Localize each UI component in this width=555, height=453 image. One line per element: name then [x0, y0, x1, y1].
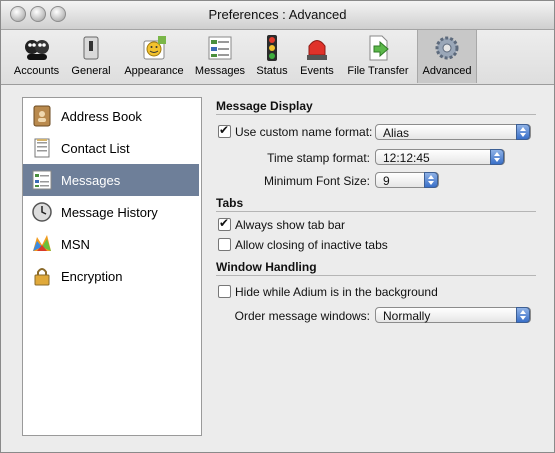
- popup-arrow-icon: [424, 172, 438, 188]
- messages-icon: [32, 170, 52, 190]
- msn-icon: [33, 235, 51, 251]
- toolbar-general[interactable]: General: [67, 30, 115, 83]
- popup-value: 9: [383, 174, 390, 188]
- toolbar-label: Messages: [194, 65, 246, 77]
- popup-arrow-icon: [516, 124, 530, 140]
- sidebar-item-label: Address Book: [61, 109, 142, 124]
- title-bar: Preferences : Advanced: [1, 1, 554, 30]
- section-divider: [216, 114, 536, 115]
- file-transfer-icon: [369, 35, 389, 61]
- contact-list-icon: [34, 138, 50, 158]
- custom-name-checkbox[interactable]: [218, 123, 231, 138]
- sidebar-item-message-history[interactable]: Message History: [23, 196, 199, 228]
- popup-arrow-icon: [516, 307, 530, 323]
- accounts-icon: [24, 40, 49, 60]
- advanced-icon: [435, 36, 459, 60]
- toolbar-label: Events: [300, 65, 334, 77]
- status-icon: [267, 35, 277, 61]
- sidebar-item-label: Encryption: [61, 269, 123, 284]
- popup-value: Normally: [383, 309, 431, 323]
- hide-in-background-checkbox[interactable]: [218, 285, 231, 298]
- toolbar-label: Appearance: [124, 65, 184, 77]
- sidebar-item-label: Messages: [61, 173, 121, 188]
- appearance-icon: [143, 36, 166, 60]
- content-area: Address Book Contact List Messages Messa…: [1, 85, 554, 452]
- address-book-icon: [33, 105, 51, 127]
- section-heading-message-display: Message Display: [216, 99, 313, 113]
- toolbar-status[interactable]: Status: [253, 30, 291, 83]
- toolbar-label: Status: [256, 65, 288, 77]
- timestamp-format-popup[interactable]: 12:12:45: [375, 149, 505, 165]
- custom-name-label: Use custom name format:: [235, 125, 373, 139]
- toolbar-label: File Transfer: [347, 65, 409, 77]
- section-divider: [216, 275, 536, 276]
- toolbar-advanced[interactable]: Advanced: [417, 30, 477, 83]
- toolbar-appearance[interactable]: Appearance: [119, 30, 189, 83]
- sidebar-item-encryption[interactable]: Encryption: [23, 260, 199, 292]
- always-show-tab-bar-checkbox[interactable]: [218, 216, 231, 231]
- toolbar: Accounts General Appearance Messages Sta…: [1, 30, 554, 85]
- allow-closing-tabs-label: Allow closing of inactive tabs: [235, 238, 388, 252]
- sidebar-item-msn[interactable]: MSN: [23, 228, 199, 260]
- toolbar-accounts[interactable]: Accounts: [9, 30, 64, 83]
- toolbar-label: Advanced: [422, 65, 472, 77]
- preferences-window: Preferences : Advanced Accounts General: [0, 0, 555, 453]
- clock-icon: [32, 202, 52, 222]
- min-font-label: Minimum Font Size:: [263, 174, 370, 188]
- window-title: Preferences : Advanced: [208, 7, 347, 22]
- messages-icon: [208, 36, 232, 60]
- section-heading-window-handling: Window Handling: [216, 260, 317, 274]
- always-show-tab-bar-label: Always show tab bar: [235, 218, 346, 232]
- timestamp-label: Time stamp format:: [267, 151, 370, 165]
- sidebar-item-address-book[interactable]: Address Book: [23, 100, 199, 132]
- sidebar-item-messages[interactable]: Messages: [23, 164, 199, 196]
- section-divider: [216, 211, 536, 212]
- order-windows-label: Order message windows:: [234, 309, 370, 323]
- popup-value: 12:12:45: [383, 151, 430, 165]
- toolbar-label: General: [71, 65, 111, 77]
- sidebar-item-label: Message History: [61, 205, 158, 220]
- toolbar-file-transfer[interactable]: File Transfer: [342, 30, 414, 83]
- sidebar-item-label: MSN: [61, 237, 90, 252]
- toolbar-label: Accounts: [13, 65, 60, 77]
- sidebar: Address Book Contact List Messages Messa…: [22, 97, 202, 436]
- min-font-size-popup[interactable]: 9: [375, 172, 439, 188]
- toolbar-events[interactable]: Events: [297, 30, 337, 83]
- popup-arrow-icon: [490, 149, 504, 165]
- toolbar-messages[interactable]: Messages: [193, 30, 247, 83]
- hide-in-background-label: Hide while Adium is in the background: [235, 285, 438, 299]
- allow-closing-tabs-checkbox[interactable]: [218, 238, 231, 251]
- section-heading-tabs: Tabs: [216, 196, 244, 210]
- popup-value: Alias: [383, 126, 410, 140]
- sidebar-item-contact-list[interactable]: Contact List: [23, 132, 199, 164]
- sidebar-item-label: Contact List: [61, 141, 130, 156]
- general-icon: [83, 36, 99, 60]
- lock-icon: [34, 268, 50, 286]
- custom-name-format-popup[interactable]: Alias: [375, 124, 531, 140]
- order-windows-popup[interactable]: Normally: [375, 307, 531, 323]
- events-icon: [307, 40, 327, 60]
